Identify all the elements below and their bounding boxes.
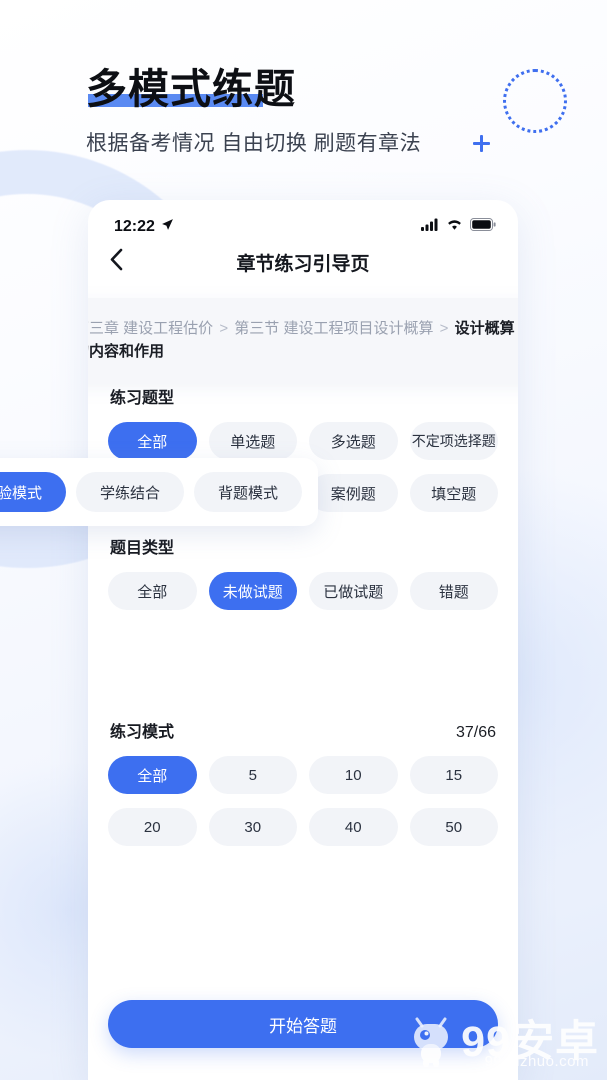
breadcrumb[interactable]: 第三章 建设工程估价 > 第三节 建设工程项目设计概算 > 设计概算的内容和作用 [88,298,518,384]
nav-title: 章节练习引导页 [236,253,370,275]
wifi-icon [446,218,463,236]
plus-sparkle-icon [473,135,490,152]
chip-option[interactable]: 全部 [108,572,197,610]
chip-option[interactable]: 全部 [108,422,197,460]
chip-option[interactable]: 填空题 [409,474,498,512]
status-icons [421,218,496,236]
section-header: 练习题型 [108,384,498,408]
mode-option-quiz[interactable]: 测验模式 [0,472,66,512]
chip-row: 20 30 40 50 [108,808,498,846]
watermark-site: 99anzhuo.com [484,1053,589,1070]
chip-row: 全部 未做试题 已做试题 错题 [108,572,498,610]
section-practice-mode: 练习模式 37/66 全部 5 10 15 20 30 40 50 [108,718,498,846]
page-title: 多模式练题 [86,66,296,112]
section-header: 练习模式 37/66 [108,718,498,742]
battery-full-icon [470,218,496,236]
breadcrumb-separator-1: > [219,320,229,337]
settings-content: 练习题型 全部 单选题 多选题 不定项选择题 判断题 简单题 案例题 填空题 [88,384,518,846]
chip-option[interactable]: 单选题 [208,422,297,460]
breadcrumb-part-2: 第三节 建设工程项目设计概算 [234,320,434,337]
section-header: 题目类型 [108,534,498,558]
hero-title-wrap: 多模式练题 [86,66,296,113]
section-title: 题目类型 [110,540,175,557]
mode-option-memorize[interactable]: 背题模式 [194,472,302,512]
chip-option[interactable]: 多选题 [309,422,398,460]
mode-option-study-practice[interactable]: 学练结合 [76,472,184,512]
phone-mockup: 12:22 章节练习引导页 三章 建设工程估价 > 第三节 建设工程项目设计概算… [88,200,518,1080]
study-mode-card: 测验模式 学练结合 背题模式 [0,458,318,526]
chip-option[interactable]: 10 [309,756,398,794]
chip-option[interactable]: 5 [208,756,297,794]
android-robot-icon [408,1013,454,1072]
chip-option[interactable]: 30 [208,808,297,846]
nav-bar: 章节练习引导页 [88,236,518,288]
status-time: 12:22 [114,218,155,235]
dotted-circle-icon [503,69,567,133]
question-count-badge: 37/66 [455,724,496,741]
chip-option[interactable]: 已做试题 [309,572,398,610]
status-bar: 12:22 [88,200,518,236]
chip-row: 全部 5 10 15 [108,756,498,794]
breadcrumb-separator-2: > [439,320,449,337]
chip-option[interactable]: 不定项选择题 [409,422,498,460]
chip-option[interactable]: 未做试题 [208,572,297,610]
back-button[interactable] [110,248,123,276]
status-time-group: 12:22 [114,218,174,236]
hero-section: 多模式练题 根据备考情况 自由切换 刷题有章法 [86,66,421,157]
page-root: 多模式练题 根据备考情况 自由切换 刷题有章法 12:22 章节练习引导页 三章… [0,0,607,1080]
breadcrumb-part-1: 第三章 建设工程估价 [88,320,214,337]
chip-option[interactable]: 全部 [108,756,197,794]
section-item-category: 题目类型 全部 未做试题 已做试题 错题 [108,534,498,610]
chip-option[interactable]: 40 [309,808,398,846]
chip-option[interactable]: 错题 [409,572,498,610]
chip-option[interactable]: 50 [409,808,498,846]
chip-option[interactable]: 20 [108,808,197,846]
hero-subtitle: 根据备考情况 自由切换 刷题有章法 [86,132,422,156]
section-title: 练习模式 [110,724,175,741]
watermark: 99安卓 99anzhuo.com [408,1013,599,1072]
location-arrow-icon [161,218,174,236]
section-title: 练习题型 [110,390,175,407]
cellular-signal-icon [421,218,439,236]
chip-option[interactable]: 15 [409,756,498,794]
chip-row: 全部 单选题 多选题 不定项选择题 [108,422,498,460]
chip-option[interactable]: 案例题 [309,474,398,512]
